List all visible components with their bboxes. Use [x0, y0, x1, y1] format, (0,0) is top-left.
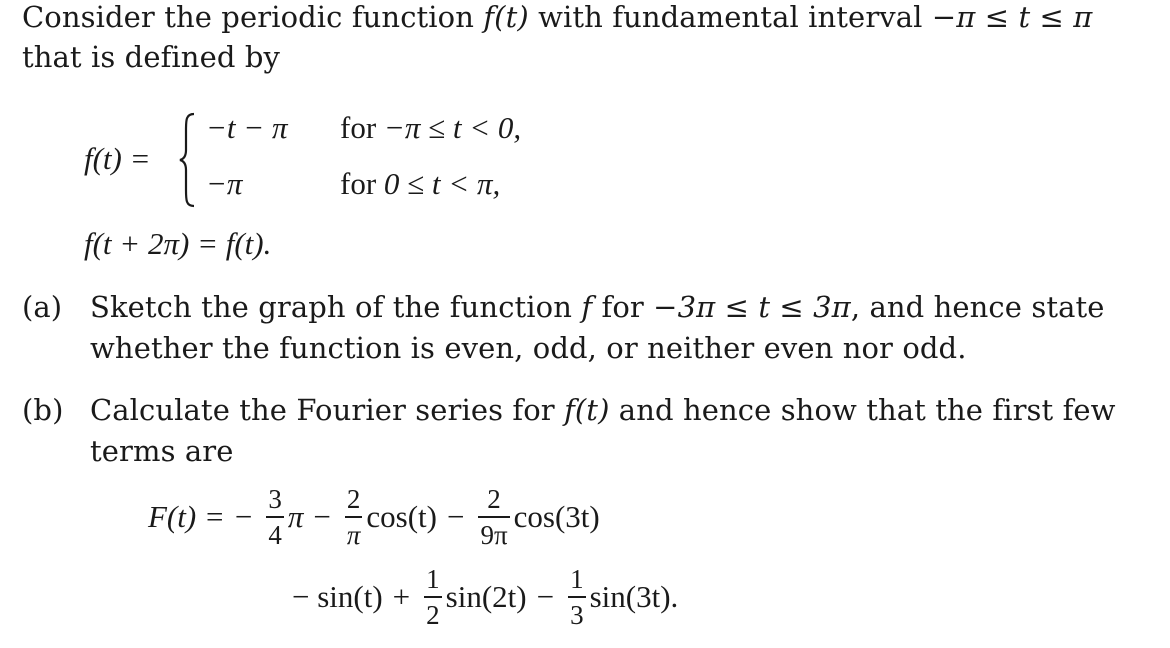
operator: −	[447, 499, 465, 535]
cos-3t-term: cos(3t)	[513, 499, 600, 535]
fourier-series-line-2: − sin(t) + 1 2 sin(2t) − 1 3 sin(3t).	[292, 566, 678, 629]
part-a-line-2: whether the function is even, odd, or ne…	[90, 331, 967, 365]
left-brace-icon	[179, 112, 195, 208]
part-a-function: f	[581, 290, 593, 324]
definition-lhs: f(t) =	[84, 141, 151, 176]
case-2-condition: for 0 ≤ t < π,	[340, 166, 500, 202]
part-a-text: Sketch the graph of the function	[90, 290, 582, 324]
fraction-2-pi: 2 π	[344, 484, 363, 550]
part-a-text-3: , and hence state	[850, 290, 1105, 324]
fraction-1-3: 1 3	[568, 564, 586, 630]
operator: +	[392, 579, 411, 615]
sin-2t-term: sin(2t)	[445, 579, 527, 615]
series-sign: −	[234, 499, 253, 535]
series-lhs: F(t) =	[148, 499, 225, 535]
operator: −	[536, 579, 555, 615]
intro-text-2: with fundamental interval	[528, 0, 932, 34]
part-a-range: −3π ≤ t ≤ 3π	[653, 290, 851, 324]
fundamental-interval: −π ≤ t ≤ π	[931, 0, 1093, 34]
operator: −	[313, 499, 331, 535]
case-1-for: for	[340, 110, 377, 145]
pi-term: π	[287, 499, 304, 535]
fraction-1-2: 1 2	[424, 564, 442, 630]
intro-line-2: that is defined by	[22, 40, 280, 74]
case-1-expression: −t − π	[206, 110, 288, 145]
sin-t-term: − sin(t)	[292, 579, 383, 615]
case-1-condition: for −π ≤ t < 0,	[340, 110, 521, 146]
intro-line-1: Consider the periodic function f(t) with…	[22, 0, 1092, 34]
fourier-series-line-1: F(t) = − 3 4 π − 2 π cos(t) − 2 9π cos(3…	[148, 486, 600, 549]
periodicity-condition: f(t + 2π) = f(t).	[84, 226, 272, 261]
cos-t-term: cos(t)	[366, 499, 437, 535]
function-symbol: f(t)	[483, 0, 529, 34]
case-2-expression: −π	[206, 166, 243, 201]
part-b-label: (b)	[22, 393, 64, 427]
part-b-line-1: Calculate the Fourier series for f(t) an…	[90, 393, 1116, 427]
fraction-3-4: 3 4	[266, 484, 284, 550]
part-a-label: (a)	[22, 290, 63, 324]
part-a-line-1: Sketch the graph of the function f for −…	[90, 290, 1105, 324]
part-b-text-2: and hence show that the first few	[609, 393, 1116, 427]
intro-text: Consider the periodic function	[22, 0, 484, 34]
part-a-text-2: for	[592, 290, 654, 324]
case-2-for: for	[340, 166, 377, 201]
part-b-function: f(t)	[564, 393, 610, 427]
case-2-range: 0 ≤ t < π,	[383, 166, 501, 201]
part-b-text: Calculate the Fourier series for	[90, 393, 565, 427]
fraction-2-9pi: 2 9π	[478, 484, 510, 550]
part-b-line-2: terms are	[90, 434, 234, 468]
sin-3t-term: sin(3t).	[589, 579, 679, 615]
case-1-range: −π ≤ t < 0,	[383, 110, 522, 145]
